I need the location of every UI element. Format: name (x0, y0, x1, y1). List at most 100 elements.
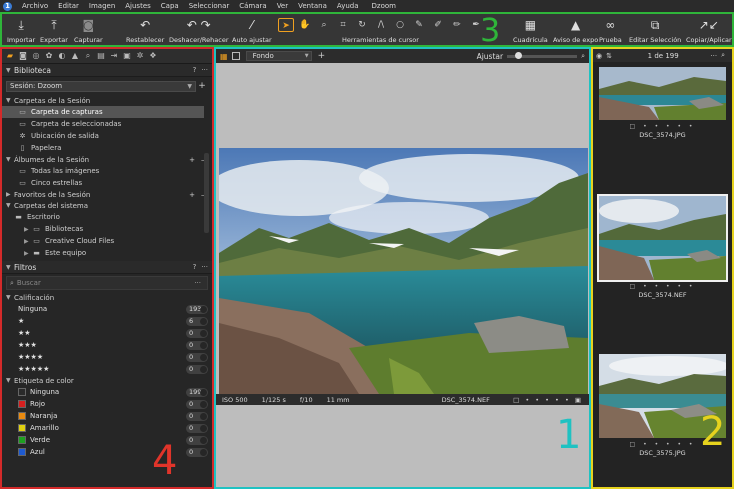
grid-button[interactable]: ▦ Cuadrícula (513, 15, 548, 46)
app-icon[interactable]: 1 (3, 1, 12, 11)
more-icon[interactable]: ··· (201, 263, 208, 271)
main-photo[interactable] (219, 148, 588, 394)
color-tab-icon[interactable]: ✿ (44, 51, 54, 61)
album-five-stars[interactable]: ▭ Cinco estrellas (2, 177, 212, 189)
rating-row[interactable]: ★★★ 0 (2, 339, 212, 351)
pan-tool-icon[interactable]: ✋ (297, 18, 313, 32)
import-button[interactable]: ⤓ Importar (7, 15, 35, 46)
album-all-images[interactable]: ▭ Todas las imágenes (2, 165, 212, 177)
settings-tab-icon[interactable]: ✲ (135, 51, 145, 61)
rating-row[interactable]: ★★★★ 0 (2, 351, 212, 363)
color-row[interactable]: Rojo 0 (2, 398, 212, 410)
lens-tab-icon[interactable]: ◎ (31, 51, 41, 61)
undo-redo-button[interactable]: ↶ ↷ Deshacer/Rehacer (169, 15, 229, 46)
more-icon[interactable]: ··· (201, 66, 208, 74)
add-session-button[interactable]: + (196, 81, 208, 91)
metadata-tab-icon[interactable]: ▤ (96, 51, 106, 61)
folder-creative-cloud[interactable]: ▶ ▭ Creative Cloud Files (2, 235, 212, 247)
menu-editar[interactable]: Editar (53, 2, 84, 10)
menu-imagen[interactable]: Imagen (84, 2, 120, 10)
exposure-tab-icon[interactable]: ◐ (57, 51, 67, 61)
eraser-tool-icon[interactable]: ✏ (449, 18, 465, 32)
fit-label[interactable]: Ajustar (477, 52, 504, 61)
thumbnail-rating[interactable]: □ • • • • • (596, 283, 729, 290)
menu-ventana[interactable]: Ventana (293, 2, 332, 10)
single-view-icon[interactable] (231, 52, 240, 60)
keystone-tool-icon[interactable]: /\ (373, 18, 389, 32)
color-row[interactable]: Azul 0 (2, 446, 212, 458)
rating-row[interactable]: ★★★★★ 0 (2, 363, 212, 375)
copy-apply-button[interactable]: ↗↙ Copiar/Aplicar (686, 15, 732, 46)
library-scrollbar[interactable] (204, 153, 209, 233)
plugins-tab-icon[interactable]: ❖ (148, 51, 158, 61)
rating-row[interactable]: ★★ 0 (2, 327, 212, 339)
help-icon[interactable]: ? (193, 263, 197, 271)
thumbnail-rating[interactable]: □ • • • • • (596, 123, 729, 130)
capture-button[interactable]: ◙ Capturar (74, 15, 103, 46)
background-select[interactable]: Fondo ▼ (245, 51, 312, 61)
reset-button[interactable]: ↶ Restablecer (126, 15, 164, 46)
details-tab-icon[interactable]: ▲ (70, 51, 80, 61)
batch-tab-icon[interactable]: ▣ (122, 51, 132, 61)
brush-tool-icon[interactable]: ✐ (430, 18, 446, 32)
add-favorite-icon[interactable]: + (189, 191, 195, 199)
rotate-tool-icon[interactable]: ↻ (354, 18, 370, 32)
system-folders-header[interactable]: ▼ Carpetas del sistema (2, 200, 212, 211)
exposure-warning-button[interactable]: ▲ Aviso de expo (553, 15, 598, 46)
add-viewer-icon[interactable]: + (318, 51, 326, 61)
library-header[interactable]: ▼ Biblioteca ? ··· (2, 64, 212, 77)
library-tab-icon[interactable]: ▰ (5, 51, 15, 61)
albums-header[interactable]: ▼ Álbumes de la Sesión + — (2, 154, 212, 165)
menu-ver[interactable]: Ver (272, 2, 293, 10)
output-tab-icon[interactable]: ⇥ (109, 51, 119, 61)
local-tab-icon[interactable]: ⌕ (83, 51, 93, 61)
color-label-header[interactable]: ▼ Etiqueta de color (2, 375, 212, 386)
zoom-tool-icon[interactable]: ⌕ (316, 18, 332, 32)
zoom-slider-knob[interactable] (515, 51, 523, 59)
camera-tab-icon[interactable]: ◙ (18, 51, 28, 61)
edit-selection-button[interactable]: ⧉ Editar Selección (629, 15, 681, 46)
circle-tool-icon[interactable]: ○ (392, 18, 408, 32)
crop-tool-icon[interactable]: ⌗ (335, 18, 351, 32)
export-button[interactable]: ⤒ Exportar (40, 15, 68, 46)
help-icon[interactable]: ? (193, 66, 197, 74)
zoom-icon[interactable]: ⌕ (581, 52, 585, 61)
zoom-slider[interactable] (507, 51, 578, 59)
menu-camara[interactable]: Cámara (234, 2, 271, 10)
session-select[interactable]: Sesión: Dzoom ▼ (6, 80, 196, 92)
folder-desktop[interactable]: ▬ Escritorio (2, 211, 212, 223)
multi-view-icon[interactable]: ▦ (220, 52, 228, 61)
menu-archivo[interactable]: Archivo (17, 2, 53, 10)
color-row[interactable]: Ninguna 199 (2, 386, 212, 398)
folder-this-pc[interactable]: ▶ ▬ Este equipo (2, 247, 212, 259)
color-row[interactable]: Naranja 0 (2, 410, 212, 422)
filters-header[interactable]: ▼ Filtros ? ··· (2, 261, 212, 274)
color-row[interactable]: Amarillo 0 (2, 422, 212, 434)
color-row[interactable]: Verde 0 (2, 434, 212, 446)
pointer-tool-icon[interactable]: ➤ (278, 17, 294, 32)
folder-selects[interactable]: ▭ Carpeta de seleccionadas (2, 118, 212, 130)
folder-trash[interactable]: ▯ Papelera (2, 142, 212, 154)
folder-captures[interactable]: ▭ Carpeta de capturas (2, 106, 204, 118)
folder-libraries[interactable]: ▶ ▭ Bibliotecas (2, 223, 212, 235)
favorites-header[interactable]: ▶ Favoritos de la Sesión + — (2, 189, 212, 200)
picker-tool-icon[interactable]: ✎ (411, 18, 427, 32)
rating-header[interactable]: ▼ Calificación (2, 292, 212, 303)
search-icon[interactable]: ⌕ (721, 51, 725, 60)
more-icon[interactable]: ··· (194, 279, 201, 287)
filter-search-input[interactable]: ⌕ Buscar ··· (6, 276, 208, 290)
auto-adjust-button[interactable]: ⁄ Auto ajustar (232, 15, 272, 46)
eye-icon[interactable]: ◉ (596, 52, 602, 60)
menu-seleccionar[interactable]: Seleccionar (184, 2, 235, 10)
thumbnail-selected[interactable]: □ • • • • • DSC_3574.NEF (596, 194, 729, 299)
rating-row[interactable]: ★ 6 (2, 315, 212, 327)
proof-button[interactable]: ∞ Prueba (599, 15, 622, 46)
menu-ajustes[interactable]: Ajustes (120, 2, 156, 10)
rating-dots[interactable]: □ • • • • • ▣ (513, 396, 583, 404)
rating-row[interactable]: Ninguna 193 (2, 303, 212, 315)
menu-capa[interactable]: Capa (156, 2, 184, 10)
session-folders-header[interactable]: ▼ Carpetas de la Sesión (2, 95, 212, 106)
thumbnail[interactable]: □ • • • • • DSC_3574.JPG (596, 67, 729, 139)
folder-output[interactable]: ✲ Ubicación de salida (2, 130, 212, 142)
add-album-icon[interactable]: + (189, 156, 195, 164)
